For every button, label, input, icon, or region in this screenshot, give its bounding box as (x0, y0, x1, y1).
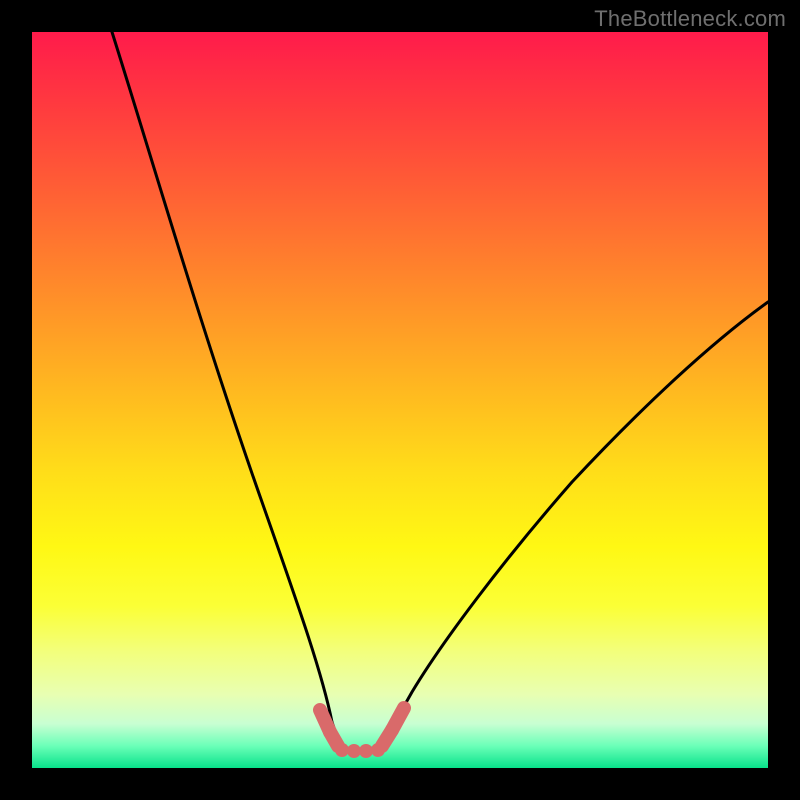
watermark-text: TheBottleneck.com (594, 6, 786, 32)
chart-frame: TheBottleneck.com (0, 0, 800, 800)
curve-svg (32, 32, 768, 768)
curve-right-branch (378, 302, 768, 747)
curve-left-branch (112, 32, 342, 747)
plot-area (32, 32, 768, 768)
valley-bracket (320, 708, 404, 758)
